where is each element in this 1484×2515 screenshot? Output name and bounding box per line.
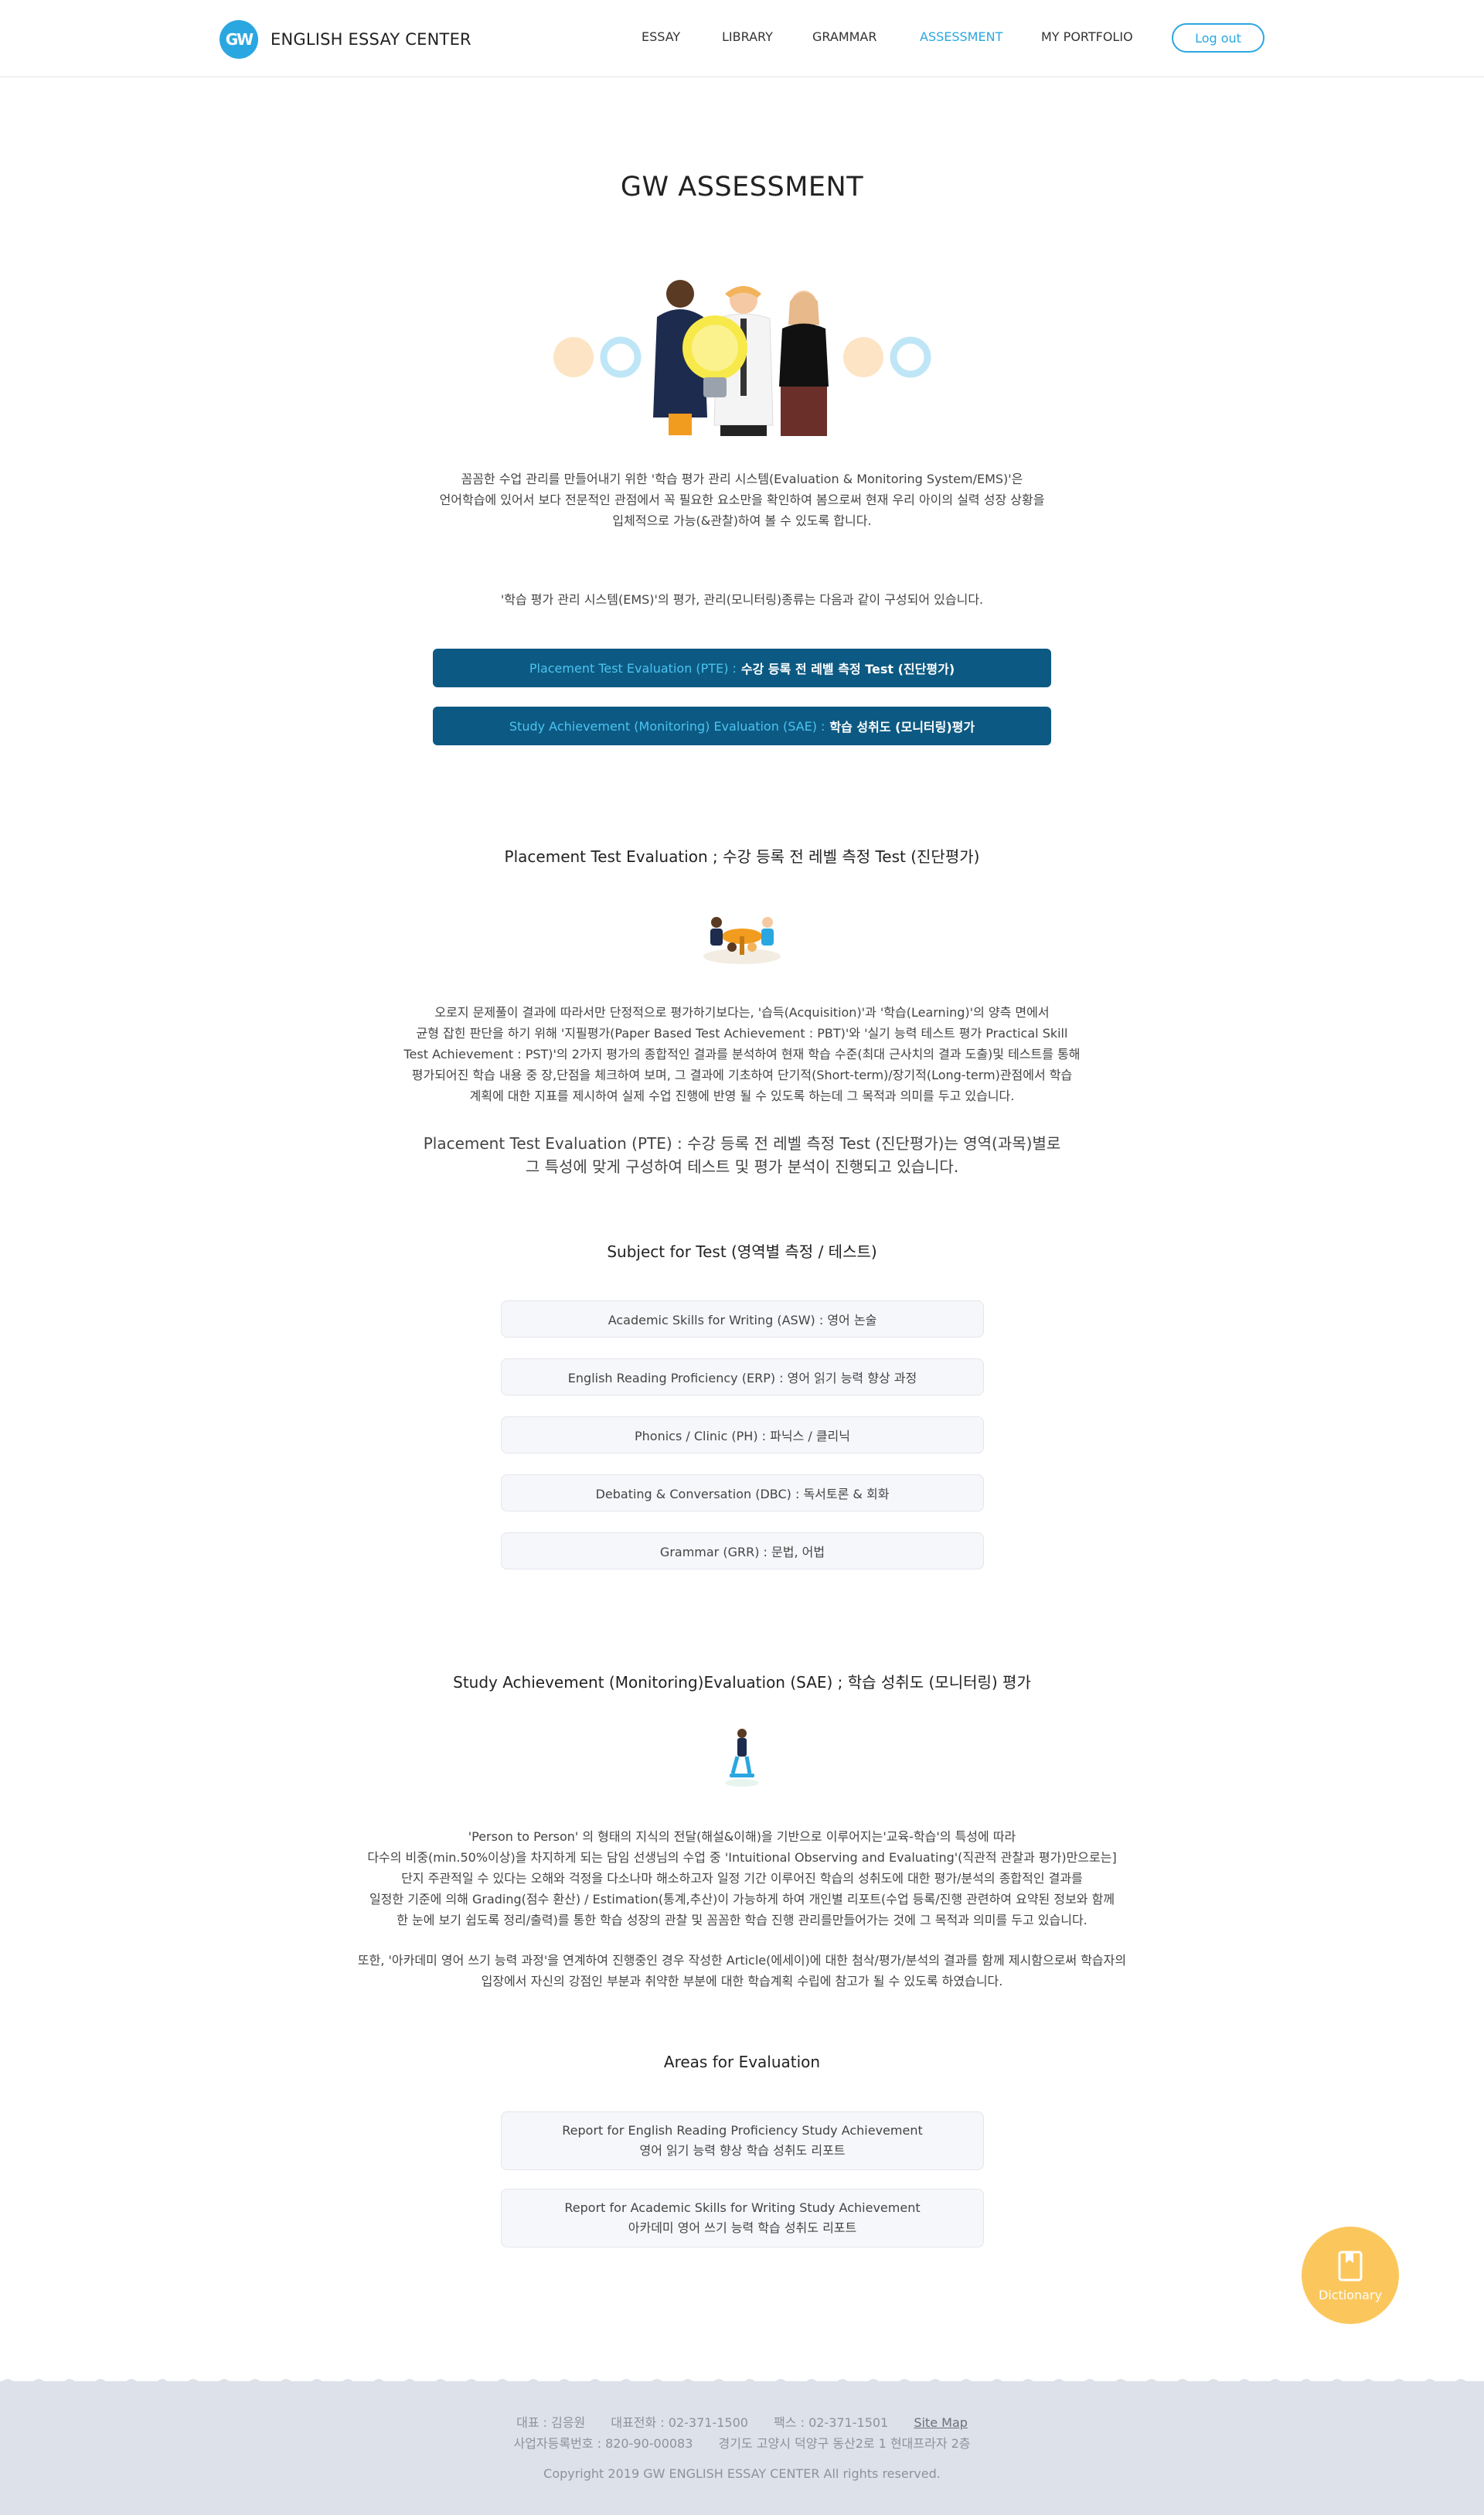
areas-title: Areas for Evaluation xyxy=(663,2053,821,2071)
sae-body-2: 또한, '아카데미 영어 쓰기 능력 과정'을 연계하여 진행중인 경우 작성한… xyxy=(0,1950,1484,1992)
subject-debating[interactable]: Debating & Conversation (DBC) : 독서토론 & 회… xyxy=(501,1474,984,1511)
pte-button-ko: 수강 등록 전 레벨 측정 Test (진단평가) xyxy=(740,662,955,676)
sae-body-line: 다수의 비중(min.50%이상)을 차지하게 되는 담임 선생님의 수업 중 … xyxy=(367,1850,1117,1865)
nav-assessment[interactable]: ASSESSMENT xyxy=(920,29,1002,44)
report-asw-en: Report for Academic Skills for Writing S… xyxy=(564,2200,921,2215)
footer-ceo: 대표 : 김응원 xyxy=(516,2415,586,2430)
meeting-table-illustration xyxy=(703,917,781,964)
sae-button-en: Study Achievement (Monitoring) Evaluatio… xyxy=(509,718,825,734)
logout-button[interactable]: Log out xyxy=(1172,23,1264,53)
nav-grammar[interactable]: GRAMMAR xyxy=(812,29,876,44)
report-erp-en: Report for English Reading Proficiency S… xyxy=(562,2123,923,2138)
pte-button-en: Placement Test Evaluation (PTE) : xyxy=(529,660,737,676)
pte-button[interactable]: Placement Test Evaluation (PTE) : 수강 등록 … xyxy=(433,649,1051,687)
footer-wave-border xyxy=(0,2379,1484,2384)
pte-body-line: 균형 잡힌 판단을 하기 위해 '지필평가(Paper Based Test A… xyxy=(416,1026,1068,1041)
dictionary-label: Dictionary xyxy=(1318,2287,1383,2302)
sae-body-line: 'Person to Person' 의 형태의 지식의 전달(해설&이해)을 … xyxy=(468,1829,1016,1844)
pte-body-line: Test Achievement : PST)'의 2가지 평가의 종합적인 결… xyxy=(403,1047,1081,1062)
book-icon xyxy=(1338,2251,1363,2281)
pte-emphasis: Placement Test Evaluation (PTE) : 수강 등록 … xyxy=(0,1132,1484,1178)
footer-contact-row: 대표 : 김응원 대표전화 : 02-371-1500 팩스 : 02-371-… xyxy=(0,2412,1484,2431)
skater-illustration xyxy=(725,1729,759,1787)
report-asw-ko: 아카데미 영어 쓰기 능력 학습 성취도 리포트 xyxy=(628,2220,857,2235)
nav-library[interactable]: LIBRARY xyxy=(722,29,773,44)
intro-line: 입체적으로 가능(&관찰)하여 볼 수 있도록 합니다. xyxy=(612,513,872,528)
subject-erp[interactable]: English Reading Proficiency (ERP) : 영어 읽… xyxy=(501,1358,984,1396)
sae-button-ko: 학습 성취도 (모니터링)평가 xyxy=(829,720,975,734)
pte-section-title: Placement Test Evaluation ; 수강 등록 전 레벨 측… xyxy=(504,847,980,866)
subject-grammar[interactable]: Grammar (GRR) : 문법, 어법 xyxy=(501,1532,984,1569)
footer-copyright: Copyright 2019 GW ENGLISH ESSAY CENTER A… xyxy=(543,2466,941,2481)
footer-bizno: 사업자등록번호 : 820-90-00083 xyxy=(513,2436,693,2451)
team-lightbulb-illustration xyxy=(553,280,931,436)
report-erp[interactable]: Report for English Reading Proficiency S… xyxy=(501,2111,984,2170)
intro-line: 언어학습에 있어서 보다 전문적인 관점에서 꼭 필요한 요소만을 확인하여 봄… xyxy=(439,492,1045,507)
pte-emphasis-line: 그 특성에 맞게 구성하여 테스트 및 평가 분석이 진행되고 있습니다. xyxy=(525,1157,959,1176)
sae-section-title: Study Achievement (Monitoring)Evaluation… xyxy=(453,1673,1031,1692)
page-title: GW ASSESSMENT xyxy=(620,172,864,203)
report-erp-ko: 영어 읽기 능력 향상 학습 성취도 리포트 xyxy=(639,2143,846,2158)
site-header: GW ENGLISH ESSAY CENTER ESSAY LIBRARY GR… xyxy=(0,0,1484,77)
sae-body-line: 한 눈에 보기 쉽도록 정리/출력)를 통한 학습 성장의 관찰 및 꼼꼼한 학… xyxy=(397,1913,1087,1927)
pte-emphasis-line: Placement Test Evaluation (PTE) : 수강 등록 … xyxy=(423,1134,1061,1153)
pte-body-line: 평가되어진 학습 내용 중 장,단점을 체크하여 보며, 그 결과에 기초하여 … xyxy=(411,1068,1073,1082)
intro-line: 꼼꼼한 수업 관리를 만들어내기 위한 '학습 평가 관리 시스템(Evalua… xyxy=(461,472,1023,486)
sae-body-2-line: 또한, '아카데미 영어 쓰기 능력 과정'을 연계하여 진행중인 경우 작성한… xyxy=(357,1953,1127,1968)
sae-button[interactable]: Study Achievement (Monitoring) Evaluatio… xyxy=(433,707,1051,745)
sae-body-2-line: 입장에서 자신의 강점인 부분과 취약한 부분에 대한 학습계획 수립에 참고가… xyxy=(481,1974,1003,1988)
sae-body: 'Person to Person' 의 형태의 지식의 전달(해설&이해)을 … xyxy=(0,1826,1484,1931)
nav-my-portfolio[interactable]: MY PORTFOLIO xyxy=(1041,29,1133,44)
report-asw[interactable]: Report for Academic Skills for Writing S… xyxy=(501,2189,984,2247)
footer-fax: 팩스 : 02-371-1501 xyxy=(774,2415,889,2430)
footer-business-row: 사업자등록번호 : 820-90-00083 경기도 고양시 덕양구 동산2로 … xyxy=(0,2433,1484,2452)
pte-body-line: 오로지 문제풀이 결과에 따라서만 단정적으로 평가하기보다는, '습득(Acq… xyxy=(434,1005,1050,1020)
pte-body: 오로지 문제풀이 결과에 따라서만 단정적으로 평가하기보다는, '습득(Acq… xyxy=(0,1002,1484,1106)
intro-paragraph: 꼼꼼한 수업 관리를 만들어내기 위한 '학습 평가 관리 시스템(Evalua… xyxy=(0,469,1484,531)
dictionary-button[interactable]: Dictionary xyxy=(1302,2227,1399,2324)
nav-essay[interactable]: ESSAY xyxy=(642,29,680,44)
subjects-title: Subject for Test (영역별 측정 / 테스트) xyxy=(607,1242,877,1261)
footer-phone: 대표전화 : 02-371-1500 xyxy=(611,2415,748,2430)
subject-asw[interactable]: Academic Skills for Writing (ASW) : 영어 논… xyxy=(501,1300,984,1338)
footer-sitemap-link[interactable]: Site Map xyxy=(914,2415,968,2430)
subject-phonics[interactable]: Phonics / Clinic (PH) : 파닉스 / 클리닉 xyxy=(501,1416,984,1453)
pte-body-line: 계획에 대한 지표를 제시하여 실제 수업 진행에 반영 될 수 있도록 하는데… xyxy=(469,1089,1015,1103)
intro-summary: '학습 평가 관리 시스템(EMS)'의 평가, 관리(모니터링)종류는 다음과… xyxy=(500,592,984,607)
footer-address: 경기도 고양시 덕양구 동산2로 1 현대프라자 2층 xyxy=(718,2436,971,2451)
site-footer: 대표 : 김응원 대표전화 : 02-371-1500 팩스 : 02-371-… xyxy=(0,2379,1484,2515)
sae-body-line: 단지 주관적일 수 있다는 오해와 걱정을 다소나마 해소하고자 일정 기간 이… xyxy=(401,1871,1083,1886)
sae-body-line: 일정한 기준에 의해 Grading(점수 환산) / Estimation(통… xyxy=(369,1892,1115,1907)
